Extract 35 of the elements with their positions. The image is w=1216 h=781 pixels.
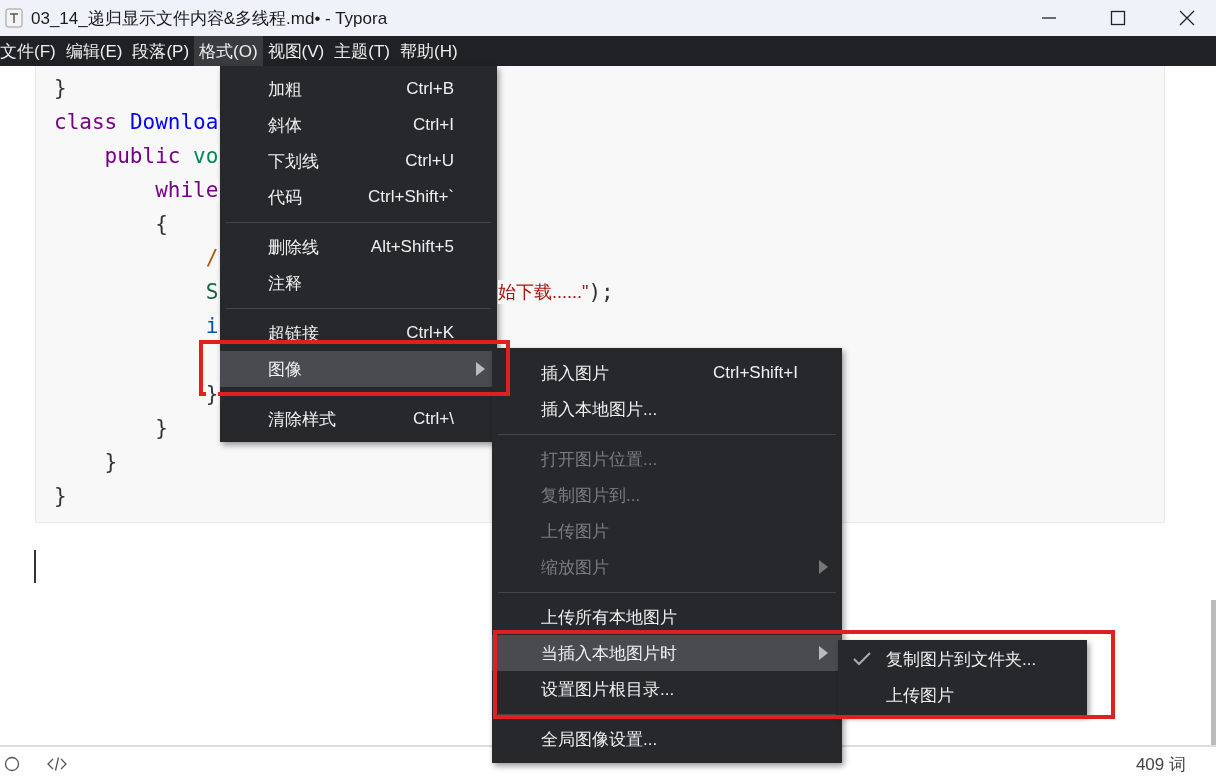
menu-item[interactable]: 全局图像设置... <box>492 721 842 757</box>
menu-bar-item[interactable]: 主题(T) <box>329 36 395 66</box>
menu-item[interactable]: 注释 <box>220 265 497 301</box>
word-count[interactable]: 409 词 <box>1135 752 1186 776</box>
menu-bar-item[interactable]: 段落(P) <box>127 36 195 66</box>
menu-item[interactable]: 插入本地图片... <box>492 391 842 427</box>
code-token: { <box>155 212 168 236</box>
code-token: 始下载......" <box>498 280 589 304</box>
menu-bar-item[interactable]: 编辑(E) <box>60 36 128 66</box>
app-icon <box>5 8 23 28</box>
code-icon[interactable] <box>46 756 68 772</box>
close-icon[interactable] <box>1179 10 1195 26</box>
code-token: / <box>205 246 219 270</box>
code-token: } <box>54 484 67 508</box>
circle-icon[interactable] <box>4 756 20 772</box>
menu-item[interactable]: 删除线 Alt+Shift+5 <box>220 229 497 265</box>
menu-bar-item[interactable]: 文件(F) <box>0 36 61 66</box>
code-token: } <box>155 416 168 440</box>
menu-item[interactable]: 加粗 Ctrl+B <box>220 71 497 107</box>
menu-bar-item[interactable]: 格式(O) <box>194 36 263 66</box>
code-token: } <box>205 382 219 406</box>
menu-item[interactable]: 上传所有本地图片 <box>492 599 842 635</box>
menu-item[interactable]: 当插入本地图片时 <box>492 635 842 671</box>
scrollbar[interactable] <box>1211 600 1216 745</box>
menu-item[interactable]: 斜体 Ctrl+I <box>220 107 497 143</box>
text-cursor <box>34 550 36 583</box>
menu-bar-item[interactable]: 视图(V) <box>262 36 330 66</box>
code-token: public <box>104 144 181 168</box>
menu-item[interactable]: 下划线 Ctrl+U <box>220 143 497 179</box>
menu-bar-item[interactable]: 帮助(H) <box>395 36 463 66</box>
code-token: } <box>104 450 118 474</box>
menu-item[interactable]: 代码 Ctrl+Shift+` <box>220 179 497 215</box>
maximize-icon[interactable] <box>1110 10 1126 26</box>
window-title: 03_14_递归显示文件内容&多线程.md• - Typora <box>31 7 388 30</box>
code-token: } <box>54 76 67 100</box>
